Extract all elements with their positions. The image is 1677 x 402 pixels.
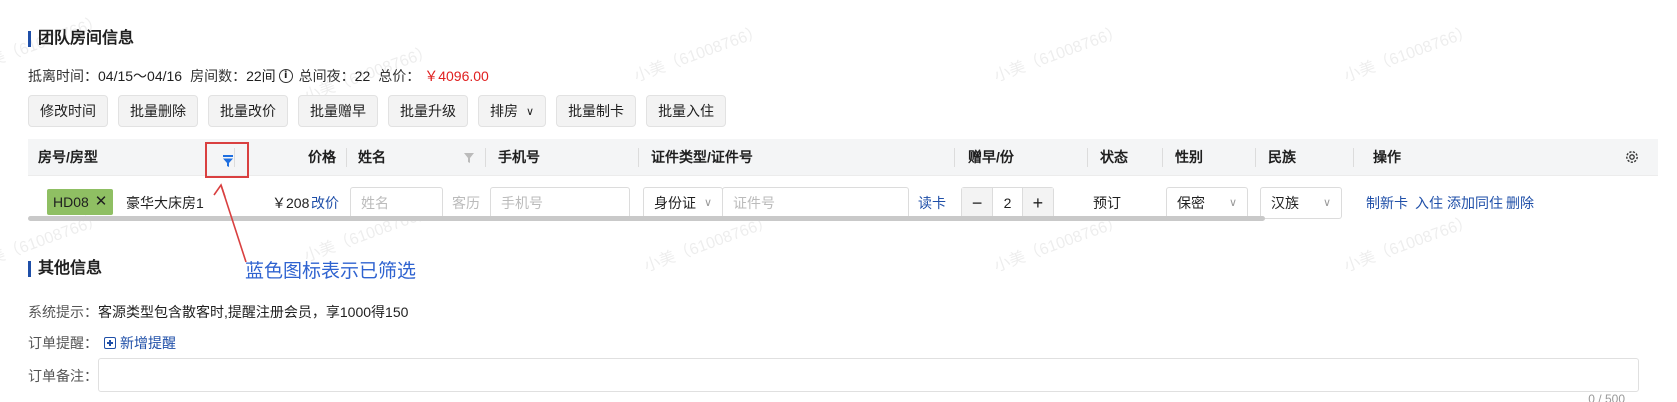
- column-separator: [346, 148, 347, 167]
- batch-gift-breakfast-button[interactable]: 批量赠早: [298, 95, 378, 127]
- room-count-value: 22间: [246, 68, 276, 84]
- chevron-down-icon: ∨: [1322, 197, 1331, 209]
- room-number: HD08: [53, 194, 89, 210]
- room-price: ￥208: [272, 195, 310, 211]
- order-note-row: 订单备注：: [28, 366, 98, 386]
- section-title-room-info: 团队房间信息: [28, 30, 134, 48]
- room-nights-label: 总间夜：: [298, 68, 355, 84]
- watermark: 小美（61008766）: [632, 23, 765, 86]
- batch-upgrade-button[interactable]: 批量升级: [388, 95, 468, 127]
- close-icon[interactable]: ✕: [95, 189, 108, 215]
- filter-active-icon[interactable]: [223, 155, 233, 167]
- batch-make-card-button[interactable]: 批量制卡: [556, 95, 637, 127]
- phone-input[interactable]: 手机号: [490, 187, 630, 219]
- breakfast-stepper: − 2 +: [961, 187, 1054, 219]
- table-row: HD08 ✕ 豪华大床房1 ￥208 改价 姓名 客历 手机号 身份证 ∨ 证件…: [28, 176, 1658, 230]
- note-character-counter: 0 / 500: [1588, 392, 1625, 402]
- column-header-ethnicity: 民族: [1268, 149, 1296, 165]
- column-settings-gear-icon[interactable]: [1624, 149, 1640, 165]
- table-header: 房号/房型 价格 姓名 手机号 证件类型/证件号 赠早/份 状态 性别 民族 操…: [28, 139, 1658, 178]
- stay-summary: 抵离时间： 04/15～04/16 房间数： 22间 i 总间夜： 22 总价：…: [28, 66, 489, 86]
- decrement-button[interactable]: −: [962, 188, 993, 218]
- stay-time-value: 04/15～04/16: [98, 68, 183, 84]
- modify-time-button[interactable]: 修改时间: [28, 95, 108, 127]
- column-header-price: 价格: [308, 149, 336, 165]
- system-tip-label: 系统提示：: [28, 304, 98, 320]
- filter-icon[interactable]: [464, 153, 474, 163]
- change-price-link[interactable]: 改价: [311, 176, 339, 230]
- column-separator: [234, 148, 235, 167]
- batch-checkin-button[interactable]: 批量入住: [646, 95, 727, 127]
- gender-value: 保密: [1177, 195, 1205, 211]
- column-header-actions: 操作: [1373, 149, 1401, 165]
- horizontal-scrollbar[interactable]: [28, 216, 1265, 221]
- room-type: 豪华大床房1: [126, 195, 204, 211]
- column-separator: [1255, 148, 1256, 167]
- section-title-other-info: 其他信息: [28, 260, 102, 278]
- column-separator: [485, 148, 486, 167]
- column-header-status: 状态: [1100, 149, 1128, 165]
- column-header-name: 姓名: [358, 149, 386, 165]
- room-number-tag: HD08 ✕: [47, 189, 114, 215]
- order-reminder-label: 订单提醒：: [28, 335, 98, 351]
- order-note-textarea[interactable]: [98, 358, 1639, 392]
- increment-button[interactable]: +: [1022, 188, 1053, 218]
- booking-status: 预订: [1093, 195, 1121, 211]
- ethnicity-value: 汉族: [1271, 195, 1299, 211]
- id-type-value: 身份证: [654, 195, 696, 211]
- order-note-label: 订单备注：: [28, 368, 98, 384]
- info-icon[interactable]: i: [278, 69, 293, 83]
- column-separator: [638, 148, 639, 167]
- watermark: 小美（61008766）: [1342, 23, 1475, 86]
- system-tip-value: 客源类型包含散客时,提醒注册会员，享1000得150: [98, 304, 409, 320]
- ethnicity-select[interactable]: 汉族 ∨: [1260, 187, 1342, 219]
- watermark: 小美（61008766）: [992, 23, 1125, 86]
- add-square-icon[interactable]: [104, 337, 116, 349]
- column-separator: [954, 148, 955, 167]
- total-price-label: 总价：: [378, 68, 421, 84]
- column-header-gender: 性别: [1175, 149, 1203, 165]
- checkin-link[interactable]: 入住: [1415, 176, 1443, 230]
- make-new-card-link[interactable]: 制新卡: [1366, 176, 1408, 230]
- batch-change-price-button[interactable]: 批量改价: [208, 95, 288, 127]
- column-header-breakfast: 赠早/份: [968, 149, 1014, 165]
- add-companion-link[interactable]: 添加同住: [1447, 176, 1503, 230]
- annotation-highlight-box: [205, 142, 249, 178]
- order-reminder-row: 订单提醒： 新增提醒: [28, 333, 176, 353]
- chevron-down-icon: ∨: [703, 197, 712, 209]
- room-count-label: 房间数：: [190, 68, 247, 84]
- gender-select[interactable]: 保密 ∨: [1166, 187, 1248, 219]
- assign-room-dropdown[interactable]: 排房 ∨: [478, 95, 547, 127]
- room-nights-value: 22: [354, 68, 371, 84]
- guest-name-input[interactable]: 姓名: [350, 187, 443, 219]
- column-separator: [1353, 148, 1354, 167]
- column-separator: [1087, 148, 1088, 167]
- column-header-phone: 手机号: [498, 149, 540, 165]
- column-separator: [1162, 148, 1163, 167]
- guest-history-link[interactable]: 客历: [452, 176, 480, 230]
- chevron-down-icon: ∨: [1228, 197, 1237, 209]
- chevron-down-icon: ∨: [526, 105, 535, 118]
- delete-link[interactable]: 删除: [1506, 176, 1534, 230]
- breakfast-count[interactable]: 2: [992, 188, 1023, 218]
- column-header-id: 证件类型/证件号: [651, 149, 753, 165]
- id-type-select[interactable]: 身份证 ∨: [643, 187, 723, 219]
- assign-room-label: 排房: [490, 103, 518, 119]
- system-tip-row: 系统提示： 客源类型包含散客时,提醒注册会员，享1000得150: [28, 302, 408, 322]
- column-header-room: 房号/房型: [38, 149, 98, 165]
- read-card-link[interactable]: 读卡: [918, 176, 946, 230]
- batch-delete-button[interactable]: 批量删除: [118, 95, 198, 127]
- annotation-text: 蓝色图标表示已筛选: [245, 261, 417, 282]
- add-reminder-link[interactable]: 新增提醒: [120, 333, 176, 353]
- batch-toolbar: 修改时间 批量删除 批量改价 批量赠早 批量升级 排房 ∨ 批量制卡 批量入住: [28, 95, 727, 127]
- total-price-value: ￥4096.00: [424, 68, 489, 84]
- id-number-input[interactable]: 证件号: [722, 187, 909, 219]
- stay-time-label: 抵离时间：: [28, 68, 98, 84]
